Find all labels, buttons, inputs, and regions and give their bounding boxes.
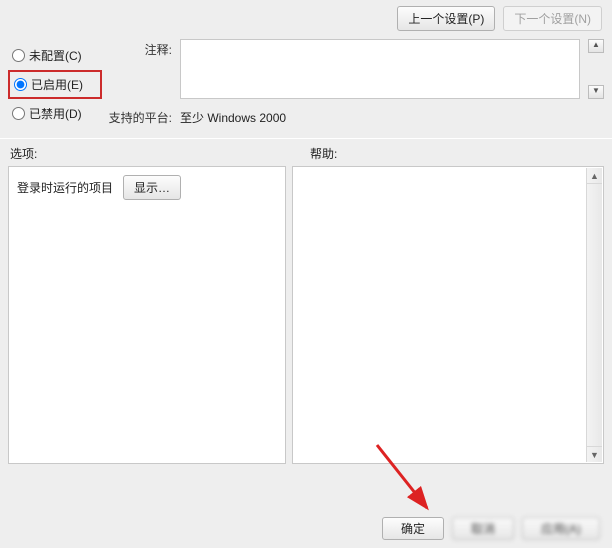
options-heading: 选项: xyxy=(10,145,310,162)
radio-enabled-label: 已启用(E) xyxy=(31,76,83,93)
options-pane: 登录时运行的项目 显示… xyxy=(8,166,286,464)
radio-not-configured[interactable]: 未配置(C) xyxy=(8,41,102,70)
scroll-up-icon[interactable]: ▲ xyxy=(587,168,602,184)
show-button[interactable]: 显示… xyxy=(123,175,181,200)
platform-value: 至少 Windows 2000 xyxy=(180,107,286,126)
help-pane: ▲ ▼ xyxy=(292,166,604,464)
comment-spin-up[interactable]: ▲ xyxy=(588,39,604,53)
comment-textarea[interactable] xyxy=(180,39,580,99)
state-radio-group: 未配置(C) 已启用(E) 已禁用(D) xyxy=(8,39,102,128)
next-setting-button: 下一个设置(N) xyxy=(503,6,602,31)
radio-not-configured-label: 未配置(C) xyxy=(29,47,82,64)
cancel-button[interactable]: 取消 xyxy=(452,517,514,540)
platform-label: 支持的平台: xyxy=(108,107,172,126)
scroll-down-icon[interactable]: ▼ xyxy=(587,446,602,462)
apply-button[interactable]: 应用(A) xyxy=(522,517,600,540)
option-item-label: 登录时运行的项目 xyxy=(17,179,113,196)
radio-not-configured-input[interactable] xyxy=(12,49,25,62)
comment-label: 注释: xyxy=(108,39,172,58)
help-heading: 帮助: xyxy=(310,145,602,162)
ok-button[interactable]: 确定 xyxy=(382,517,444,540)
radio-disabled[interactable]: 已禁用(D) xyxy=(8,99,102,128)
prev-setting-button[interactable]: 上一个设置(P) xyxy=(397,6,495,31)
help-scrollbar[interactable]: ▲ ▼ xyxy=(586,168,602,462)
radio-disabled-label: 已禁用(D) xyxy=(29,105,82,122)
radio-enabled[interactable]: 已启用(E) xyxy=(8,70,102,99)
comment-spin: ▲ ▼ xyxy=(588,39,604,99)
radio-disabled-input[interactable] xyxy=(12,107,25,120)
comment-spin-down[interactable]: ▼ xyxy=(588,85,604,99)
radio-enabled-input[interactable] xyxy=(14,78,27,91)
